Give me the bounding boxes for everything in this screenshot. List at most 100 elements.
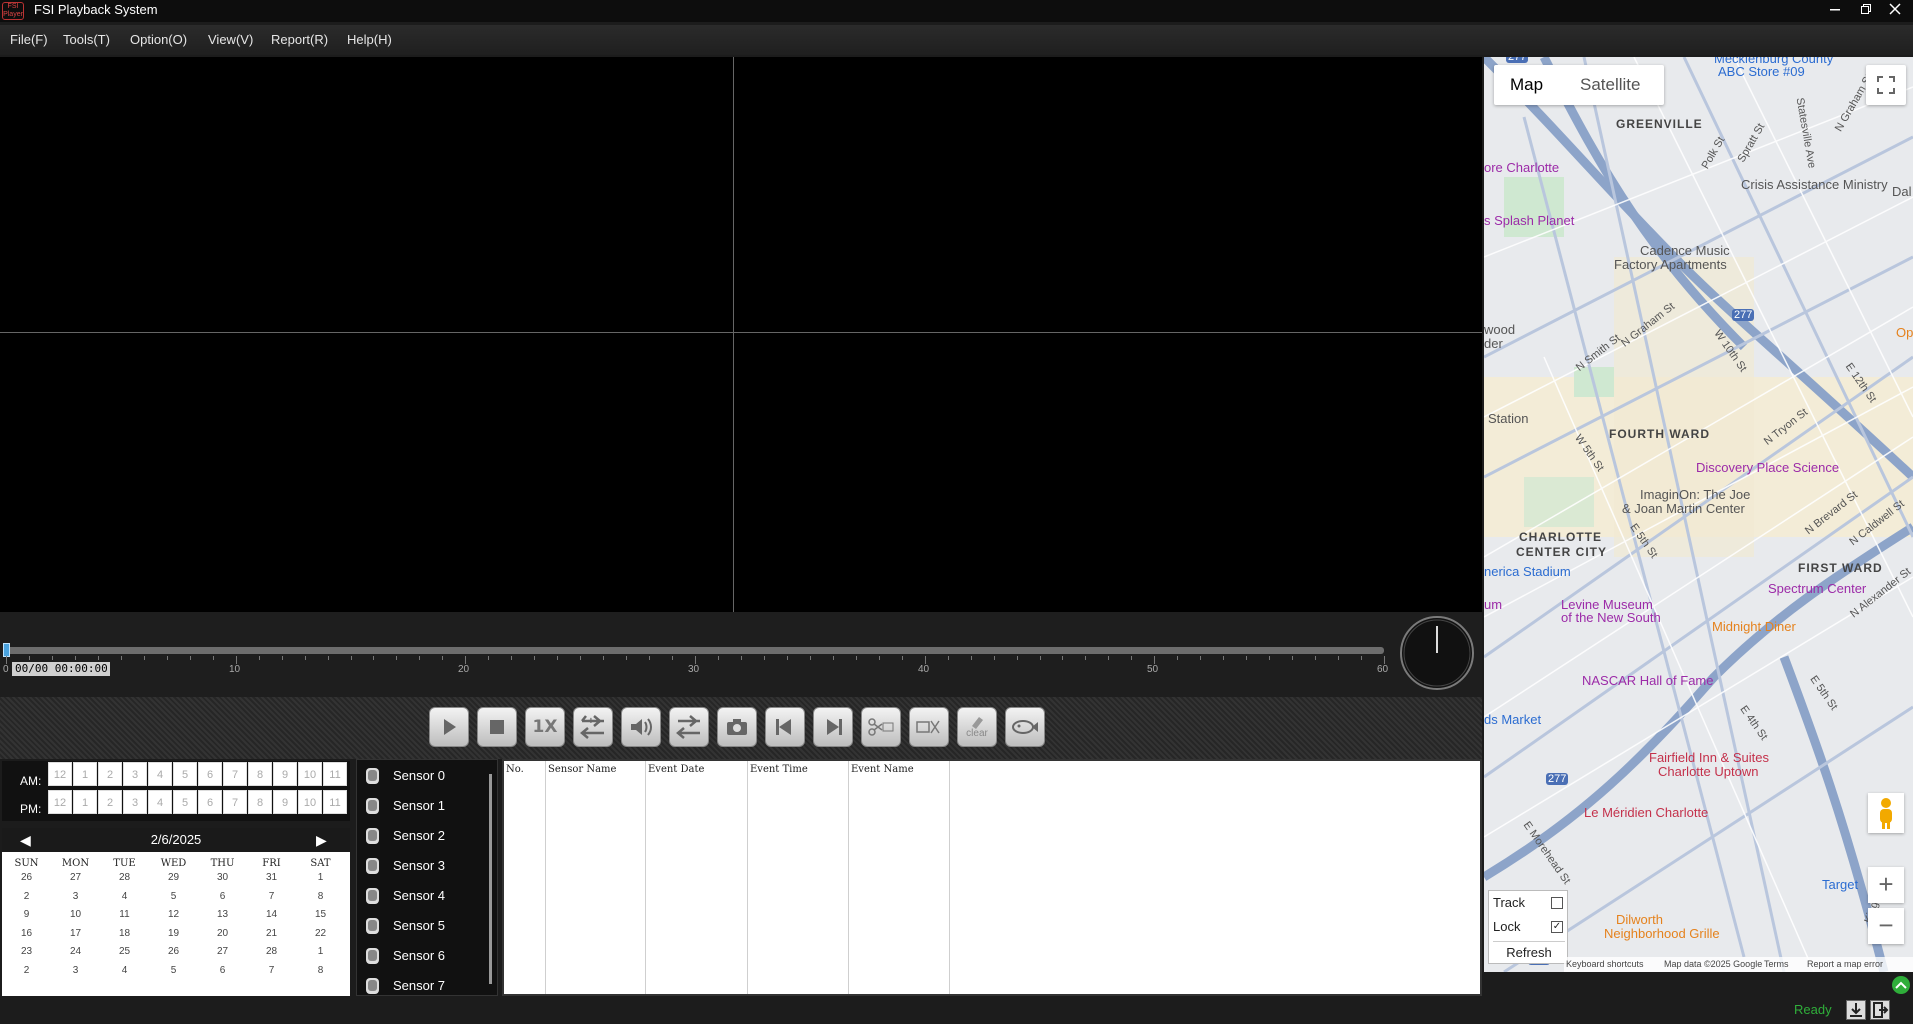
map-poi[interactable]: Discovery Place Science — [1696, 460, 1839, 475]
calendar-day[interactable]: 4 — [100, 891, 149, 902]
calendar-day[interactable]: 1 — [296, 946, 345, 957]
restore-button[interactable] — [1851, 0, 1881, 22]
am-hour-cell[interactable]: 2 — [98, 762, 122, 786]
calendar-day[interactable]: 9 — [2, 909, 51, 920]
calendar-day[interactable]: 24 — [51, 946, 100, 957]
calendar-day[interactable]: 1 — [296, 872, 345, 883]
map-poi[interactable]: ImaginOn: The Joe — [1640, 487, 1750, 502]
track-checkbox[interactable] — [1551, 897, 1563, 909]
pm-hour-cell[interactable]: 12 — [48, 790, 72, 814]
am-hour-cell[interactable]: 3 — [123, 762, 147, 786]
menu-report[interactable]: Report(R) — [271, 32, 328, 47]
am-hour-cell[interactable]: 4 — [148, 762, 172, 786]
map-poi[interactable]: Midnight Diner — [1712, 619, 1796, 634]
calendar-day[interactable]: 27 — [198, 946, 247, 957]
street-view-button[interactable] — [1868, 793, 1904, 833]
calendar-day[interactable]: 3 — [51, 891, 100, 902]
calendar-day[interactable]: 13 — [198, 909, 247, 920]
video-pane-3[interactable] — [0, 333, 733, 612]
calendar-day[interactable]: 25 — [100, 946, 149, 957]
calendar-day[interactable]: 5 — [149, 965, 198, 976]
video-pane-2[interactable] — [734, 57, 1482, 332]
prev-frame-button[interactable] — [765, 707, 805, 747]
menu-file[interactable]: File(F) — [10, 32, 48, 47]
calendar-day[interactable]: 6 — [198, 965, 247, 976]
map-poi[interactable]: Dal — [1892, 184, 1912, 199]
menu-tools[interactable]: Tools(T) — [63, 32, 110, 47]
map-poi[interactable]: nerica Stadium — [1484, 564, 1571, 579]
sensor-item[interactable]: Sensor 5 — [363, 914, 483, 938]
fisheye-button[interactable] — [1005, 707, 1045, 747]
map-poi[interactable]: ore Charlotte — [1484, 160, 1559, 175]
map-poi[interactable]: ABC Store #09 — [1718, 64, 1805, 79]
map-poi[interactable]: of the New South — [1561, 610, 1661, 625]
calendar-day[interactable]: 17 — [51, 928, 100, 939]
sensor-item[interactable]: Sensor 1 — [363, 794, 483, 818]
calendar-day[interactable]: 4 — [100, 965, 149, 976]
map-poi[interactable]: Crisis Assistance Ministry — [1741, 177, 1888, 192]
am-hour-cell[interactable]: 11 — [323, 762, 347, 786]
am-hour-cell[interactable]: 10 — [298, 762, 322, 786]
lock-checkbox[interactable]: ✓ — [1551, 921, 1563, 933]
calendar-day[interactable]: 8 — [296, 965, 345, 976]
calendar-day[interactable]: 11 — [100, 909, 149, 920]
stop-button[interactable] — [477, 707, 517, 747]
calendar-day[interactable]: 7 — [247, 965, 296, 976]
map-poi[interactable]: Charlotte Uptown — [1658, 764, 1758, 779]
column-header-event-name[interactable]: Event Name — [849, 761, 950, 994]
map-poi[interactable]: Cadence Music — [1640, 243, 1730, 258]
sensor-scrollbar[interactable] — [489, 774, 492, 984]
calendar-day[interactable]: 2 — [2, 891, 51, 902]
map-poi[interactable]: Target — [1822, 877, 1858, 892]
calendar-day[interactable]: 15 — [296, 909, 345, 920]
report-error-link[interactable]: Report a map error — [1807, 957, 1883, 972]
pm-hour-cell[interactable]: 8 — [248, 790, 272, 814]
sensor-item[interactable]: Sensor 6 — [363, 944, 483, 968]
am-hour-cell[interactable]: 6 — [198, 762, 222, 786]
exit-button[interactable] — [1870, 1000, 1890, 1020]
map-poi[interactable]: Station — [1488, 411, 1528, 426]
pm-hour-cell[interactable]: 7 — [223, 790, 247, 814]
menu-option[interactable]: Option(O) — [130, 32, 187, 47]
tab-satellite[interactable]: Satellite — [1580, 65, 1640, 105]
timeline-thumb[interactable] — [3, 643, 10, 657]
sensor-item[interactable]: Sensor 2 — [363, 824, 483, 848]
map-poi[interactable]: Spectrum Center — [1768, 581, 1866, 596]
zoom-out-button[interactable]: − — [1868, 908, 1904, 944]
calendar-next-button[interactable]: ▶ — [316, 828, 327, 852]
column-header-event-time[interactable]: Event Time — [748, 761, 849, 994]
video-pane-4[interactable] — [734, 333, 1482, 612]
close-button[interactable] — [1880, 0, 1910, 22]
expand-up-button[interactable] — [1892, 976, 1910, 994]
next-frame-button[interactable] — [813, 707, 853, 747]
volume-button[interactable] — [621, 707, 661, 747]
column-header-event-date[interactable]: Event Date — [646, 761, 748, 994]
pm-hour-cell[interactable]: 2 — [98, 790, 122, 814]
cut-button[interactable] — [861, 707, 901, 747]
sensor-item[interactable]: Sensor 3 — [363, 854, 483, 878]
map-poi[interactable]: & Joan Martin Center — [1622, 501, 1745, 516]
calendar-day[interactable]: 16 — [2, 928, 51, 939]
calendar-day[interactable]: 20 — [198, 928, 247, 939]
map-poi[interactable]: ds Market — [1484, 712, 1541, 727]
calendar-day[interactable]: 28 — [247, 946, 296, 957]
menu-view[interactable]: View(V) — [208, 32, 253, 47]
pm-hour-cell[interactable]: 3 — [123, 790, 147, 814]
map-poi[interactable]: Fairfield Inn & Suites — [1649, 750, 1769, 765]
am-hour-cell[interactable]: 5 — [173, 762, 197, 786]
timeline-track[interactable] — [6, 647, 1384, 654]
calendar-day[interactable]: 23 — [2, 946, 51, 957]
menu-help[interactable]: Help(H) — [347, 32, 392, 47]
calendar-day[interactable]: 27 — [51, 872, 100, 883]
tab-map[interactable]: Map — [1510, 65, 1543, 105]
calendar-day[interactable]: 21 — [247, 928, 296, 939]
cut-save-button[interactable] — [909, 707, 949, 747]
calendar-day[interactable]: 26 — [149, 946, 198, 957]
calendar-day[interactable]: 29 — [149, 872, 198, 883]
pm-hour-cell[interactable]: 9 — [273, 790, 297, 814]
refresh-button[interactable]: Refresh — [1493, 941, 1565, 963]
pm-hour-cell[interactable]: 1 — [73, 790, 97, 814]
clear-button[interactable]: clear — [957, 707, 997, 747]
speed-button[interactable]: 1X — [525, 707, 565, 747]
map-poi[interactable]: Le Méridien Charlotte — [1584, 805, 1708, 820]
